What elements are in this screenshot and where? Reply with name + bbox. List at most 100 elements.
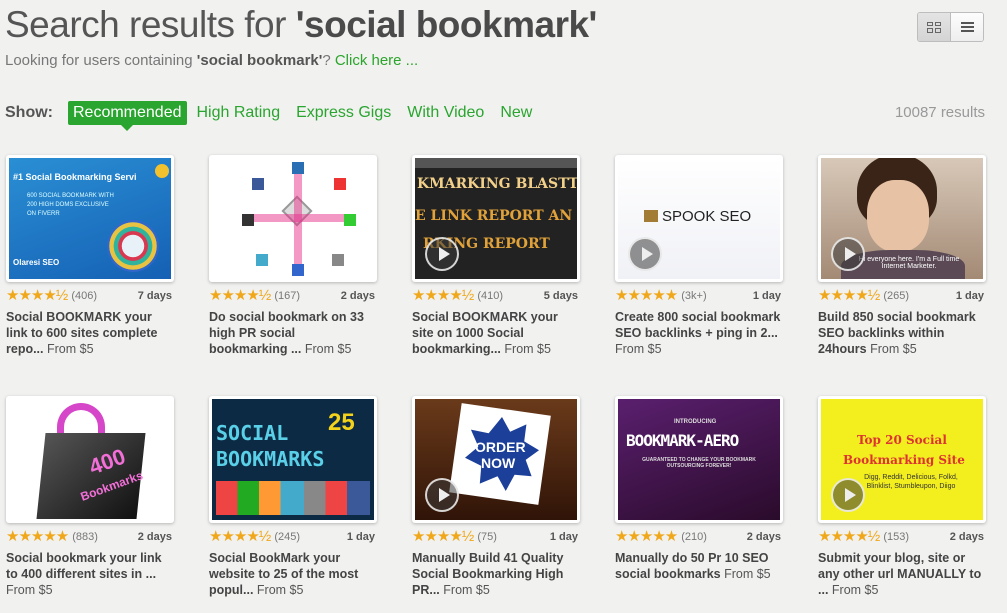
gig-meta: ★★★★★ (883) 2 days xyxy=(6,529,174,545)
thumb-caption: SPOOK SEO xyxy=(662,208,752,225)
filter-recommended[interactable]: Recommended xyxy=(68,101,187,131)
filter-express-gigs[interactable]: Express Gigs xyxy=(296,104,391,122)
logo-icon xyxy=(644,210,658,222)
gig-thumbnail[interactable]: 25 SOCIAL BOOKMARKS xyxy=(209,396,377,523)
gig-title-text[interactable]: Social bookmark your link to 400 differe… xyxy=(6,551,162,581)
review-count: (75) xyxy=(477,531,497,543)
delivery-time: 2 days xyxy=(137,531,172,543)
gig-title[interactable]: Manually do 50 Pr 10 SEO social bookmark… xyxy=(615,550,783,582)
gig-card[interactable]: ORDER NOW ★★★★½ (75) 1 day Manually Buil… xyxy=(412,396,580,598)
delivery-time: 5 days xyxy=(543,290,578,302)
gig-title[interactable]: Submit your blog, site or any other url … xyxy=(818,550,986,598)
hint-prefix: Looking for users containing xyxy=(5,52,197,69)
gig-card[interactable]: SPOOK SEO ★★★★★ (3k+) 1 day Create 800 s… xyxy=(615,155,783,357)
gig-price: From $5 xyxy=(256,583,304,597)
gig-price: From $5 xyxy=(831,583,879,597)
review-count: (265) xyxy=(883,290,909,302)
social-icon xyxy=(292,264,304,276)
gig-thumbnail[interactable]: INTRODUCING BOOKMARK-AERO GUARANTEED TO … xyxy=(615,396,783,523)
gig-card[interactable]: Top 20 Social Bookmarking Site Digg, Red… xyxy=(818,396,986,598)
thumb-brand: Olaresi SEO xyxy=(13,258,60,267)
gig-price: From $5 xyxy=(47,342,94,356)
gig-thumbnail[interactable]: SPOOK SEO xyxy=(615,155,783,282)
gig-price: From $5 xyxy=(6,583,53,597)
delivery-time: 1 day xyxy=(955,290,984,302)
gig-meta: ★★★★½ (75) 1 day xyxy=(412,529,580,545)
gig-thumbnail[interactable]: 400 Bookmarks xyxy=(6,396,174,523)
gig-price: From $5 xyxy=(304,342,352,356)
gig-meta: ★★★★★ (210) 2 days xyxy=(615,529,783,545)
grid-icon xyxy=(927,21,941,33)
thumb-caption: KMARKING BLASTTI xyxy=(417,176,577,192)
gig-thumbnail[interactable] xyxy=(209,155,377,282)
gig-title[interactable]: Create 800 social bookmark SEO backlinks… xyxy=(615,309,783,357)
play-video-icon[interactable] xyxy=(628,237,662,271)
gig-card[interactable]: 400 Bookmarks ★★★★★ (883) 2 days Social … xyxy=(6,396,174,598)
gig-price: From $5 xyxy=(870,342,917,356)
play-video-icon[interactable] xyxy=(831,237,865,271)
gig-thumbnail[interactable]: KMARKING BLASTTI E LINK REPORT AN RKING … xyxy=(412,155,580,282)
thumb-caption: #1 Social Bookmarking Servi xyxy=(13,172,137,182)
filter-with-video[interactable]: With Video xyxy=(407,104,484,122)
delivery-time: 1 day xyxy=(549,531,578,543)
thumb-caption: INTRODUCING xyxy=(674,419,717,425)
hint-suffix: ? xyxy=(322,52,335,69)
rating-stars-icon: ★★★★½ xyxy=(818,528,880,545)
social-icons-cluster-icon xyxy=(107,220,159,272)
thumb-caption: Digg, Reddit, Delicious, Folkd, Blinklis… xyxy=(864,474,958,490)
gig-card[interactable]: 25 SOCIAL BOOKMARKS ★★★★½ (245) 1 day So… xyxy=(209,396,377,598)
rating-stars-icon: ★★★★★ xyxy=(615,287,678,304)
award-icon xyxy=(155,164,169,178)
filter-high-rating[interactable]: High Rating xyxy=(197,104,281,122)
gig-price: From $5 xyxy=(615,342,662,356)
thumbnail-image: SPOOK SEO xyxy=(618,158,780,279)
click-here-link[interactable]: Click here ... xyxy=(335,52,418,69)
thumb-caption: Hi everyone here. I'm a Full time Intern… xyxy=(858,256,960,270)
gig-title[interactable]: Social BOOKMARK your site on 1000 Social… xyxy=(412,309,580,357)
gig-title[interactable]: Social BookMark your website to 25 of th… xyxy=(209,550,377,598)
gig-price: From $5 xyxy=(504,342,551,356)
review-count: (406) xyxy=(71,290,97,302)
thumb-caption: GUARANTEED TO CHANGE YOUR BOOKMARK OUTSO… xyxy=(642,457,756,469)
rating-stars-icon: ★★★★★ xyxy=(6,528,69,545)
play-video-icon[interactable] xyxy=(425,478,459,512)
social-icon xyxy=(334,178,346,190)
gig-card[interactable]: #1 Social Bookmarking Servi 600 SOCIAL B… xyxy=(6,155,174,357)
gig-meta: ★★★★½ (410) 5 days xyxy=(412,288,580,304)
twitter-icon xyxy=(256,254,268,266)
rating-stars-icon: ★★★★★ xyxy=(615,528,678,545)
rating-stars-icon: ★★★★½ xyxy=(209,528,271,545)
play-video-icon[interactable] xyxy=(831,478,865,512)
thumbnail-image: Hi everyone here. I'm a Full time Intern… xyxy=(821,158,983,279)
gig-title[interactable]: Social BOOKMARK your link to 600 sites c… xyxy=(6,309,174,357)
delivery-time: 2 days xyxy=(340,290,375,302)
gig-title[interactable]: Social bookmark your link to 400 differe… xyxy=(6,550,174,598)
gig-thumbnail[interactable]: ORDER NOW xyxy=(412,396,580,523)
thumbnail-image: KMARKING BLASTTI E LINK REPORT AN RKING … xyxy=(415,158,577,279)
gig-thumbnail[interactable]: Top 20 Social Bookmarking Site Digg, Red… xyxy=(818,396,986,523)
gig-thumbnail[interactable]: Hi everyone here. I'm a Full time Intern… xyxy=(818,155,986,282)
play-video-icon[interactable] xyxy=(425,237,459,271)
gig-title[interactable]: Do social bookmark on 33 high PR social … xyxy=(209,309,377,357)
review-count: (167) xyxy=(274,290,300,302)
gig-card[interactable]: INTRODUCING BOOKMARK-AERO GUARANTEED TO … xyxy=(615,396,783,582)
filter-new[interactable]: New xyxy=(500,104,532,122)
gig-title-text[interactable]: Create 800 social bookmark SEO backlinks… xyxy=(615,310,780,340)
gig-title[interactable]: Build 850 social bookmark SEO backlinks … xyxy=(818,309,986,357)
gig-title[interactable]: Manually Build 41 Quality Social Bookmar… xyxy=(412,550,580,598)
grid-view-button[interactable] xyxy=(918,13,951,41)
rating-stars-icon: ★★★★½ xyxy=(412,528,474,545)
gig-thumbnail[interactable]: #1 Social Bookmarking Servi 600 SOCIAL B… xyxy=(6,155,174,282)
page-header: Search results for 'social bookmark' Loo… xyxy=(5,4,597,69)
list-view-button[interactable] xyxy=(951,13,983,41)
social-icon xyxy=(332,254,344,266)
results-count: 10087 results xyxy=(894,104,985,121)
arrow-decoration xyxy=(246,214,350,222)
delivery-time: 2 days xyxy=(746,531,781,543)
thumbnail-image: 25 SOCIAL BOOKMARKS xyxy=(212,399,374,520)
gig-card[interactable]: KMARKING BLASTTI E LINK REPORT AN RKING … xyxy=(412,155,580,357)
gig-card[interactable]: Hi everyone here. I'm a Full time Intern… xyxy=(818,155,986,357)
gig-card[interactable]: ★★★★½ (167) 2 days Do social bookmark on… xyxy=(209,155,377,357)
list-icon xyxy=(960,20,974,34)
gig-price: From $5 xyxy=(724,567,771,581)
